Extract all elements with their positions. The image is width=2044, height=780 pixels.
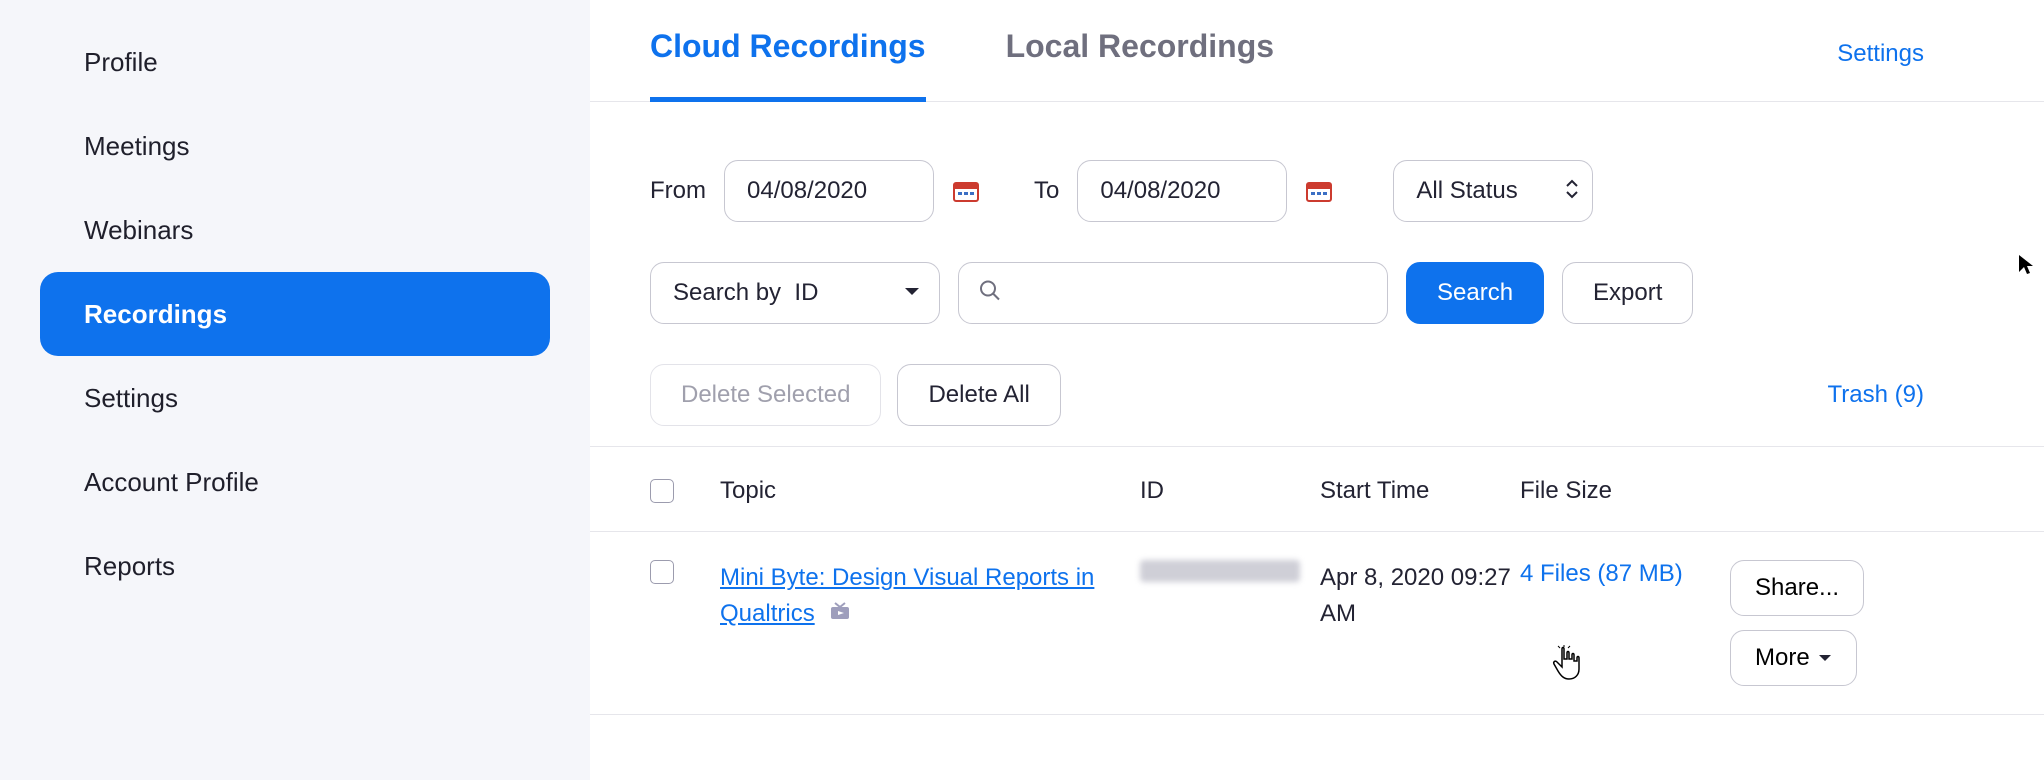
table-header: Topic ID Start Time File Size xyxy=(590,446,2044,532)
sidebar-item-account-profile[interactable]: Account Profile xyxy=(40,440,550,524)
recording-id-masked xyxy=(1140,560,1300,582)
filters: From To xyxy=(590,102,2044,324)
header-topic: Topic xyxy=(720,477,1140,505)
recording-start-time: Apr 8, 2020 09:27 AM xyxy=(1320,560,1520,632)
bulk-actions-row: Delete Selected Delete All Trash (9) xyxy=(590,324,2044,446)
cursor-hand-icon xyxy=(1550,645,1584,688)
recording-file-size-link[interactable]: 4 Files (87 MB) xyxy=(1520,560,1683,587)
searchby-select[interactable] xyxy=(650,262,940,324)
share-button[interactable]: Share... xyxy=(1730,560,1864,616)
search-filter-row: Search Export xyxy=(650,262,1984,324)
tab-cloud-recordings[interactable]: Cloud Recordings xyxy=(650,10,926,101)
sidebar-item-settings[interactable]: Settings xyxy=(40,356,550,440)
table-row: Mini Byte: Design Visual Reports in Qual… xyxy=(590,532,2044,715)
to-label: To xyxy=(1034,177,1059,205)
more-button-label: More xyxy=(1755,644,1810,672)
calendar-icon[interactable] xyxy=(1305,179,1333,203)
sidebar-item-reports[interactable]: Reports xyxy=(40,524,550,608)
delete-all-button[interactable]: Delete All xyxy=(897,364,1060,426)
sidebar-item-recordings[interactable]: Recordings xyxy=(40,272,550,356)
search-icon xyxy=(978,279,1002,308)
trash-link[interactable]: Trash (9) xyxy=(1828,381,1984,409)
main-content: Cloud Recordings Local Recordings Settin… xyxy=(590,0,2044,780)
recording-topic-link[interactable]: Mini Byte: Design Visual Reports in Qual… xyxy=(720,564,1094,627)
header-id: ID xyxy=(1140,477,1320,505)
date-filter-row: From To xyxy=(650,160,1984,222)
calendar-icon[interactable] xyxy=(952,179,980,203)
export-button[interactable]: Export xyxy=(1562,262,1693,324)
sidebar: Profile Meetings Webinars Recordings Set… xyxy=(0,0,590,780)
tabbar: Cloud Recordings Local Recordings Settin… xyxy=(590,10,2044,102)
header-file-size: File Size xyxy=(1520,477,1730,505)
from-date-input[interactable] xyxy=(724,160,934,222)
select-all-checkbox[interactable] xyxy=(650,479,674,503)
status-select-wrap xyxy=(1393,160,1593,222)
from-label: From xyxy=(650,177,706,205)
tab-local-recordings[interactable]: Local Recordings xyxy=(1006,10,1275,101)
status-select[interactable] xyxy=(1393,160,1593,222)
searchby-select-wrap xyxy=(650,262,940,324)
to-date-input[interactable] xyxy=(1077,160,1287,222)
tv-icon xyxy=(829,600,851,628)
sidebar-item-webinars[interactable]: Webinars xyxy=(40,188,550,272)
sidebar-item-profile[interactable]: Profile xyxy=(40,20,550,104)
cursor-arrow-icon xyxy=(2018,254,2034,281)
more-button[interactable]: More xyxy=(1730,630,1857,686)
delete-selected-button[interactable]: Delete Selected xyxy=(650,364,881,426)
settings-link[interactable]: Settings xyxy=(1837,10,1984,68)
search-box xyxy=(958,262,1388,324)
row-checkbox[interactable] xyxy=(650,560,674,584)
search-input[interactable] xyxy=(958,262,1388,324)
search-button[interactable]: Search xyxy=(1406,262,1544,324)
caret-down-icon xyxy=(1818,654,1832,663)
header-start-time: Start Time xyxy=(1320,477,1520,505)
sidebar-item-meetings[interactable]: Meetings xyxy=(40,104,550,188)
